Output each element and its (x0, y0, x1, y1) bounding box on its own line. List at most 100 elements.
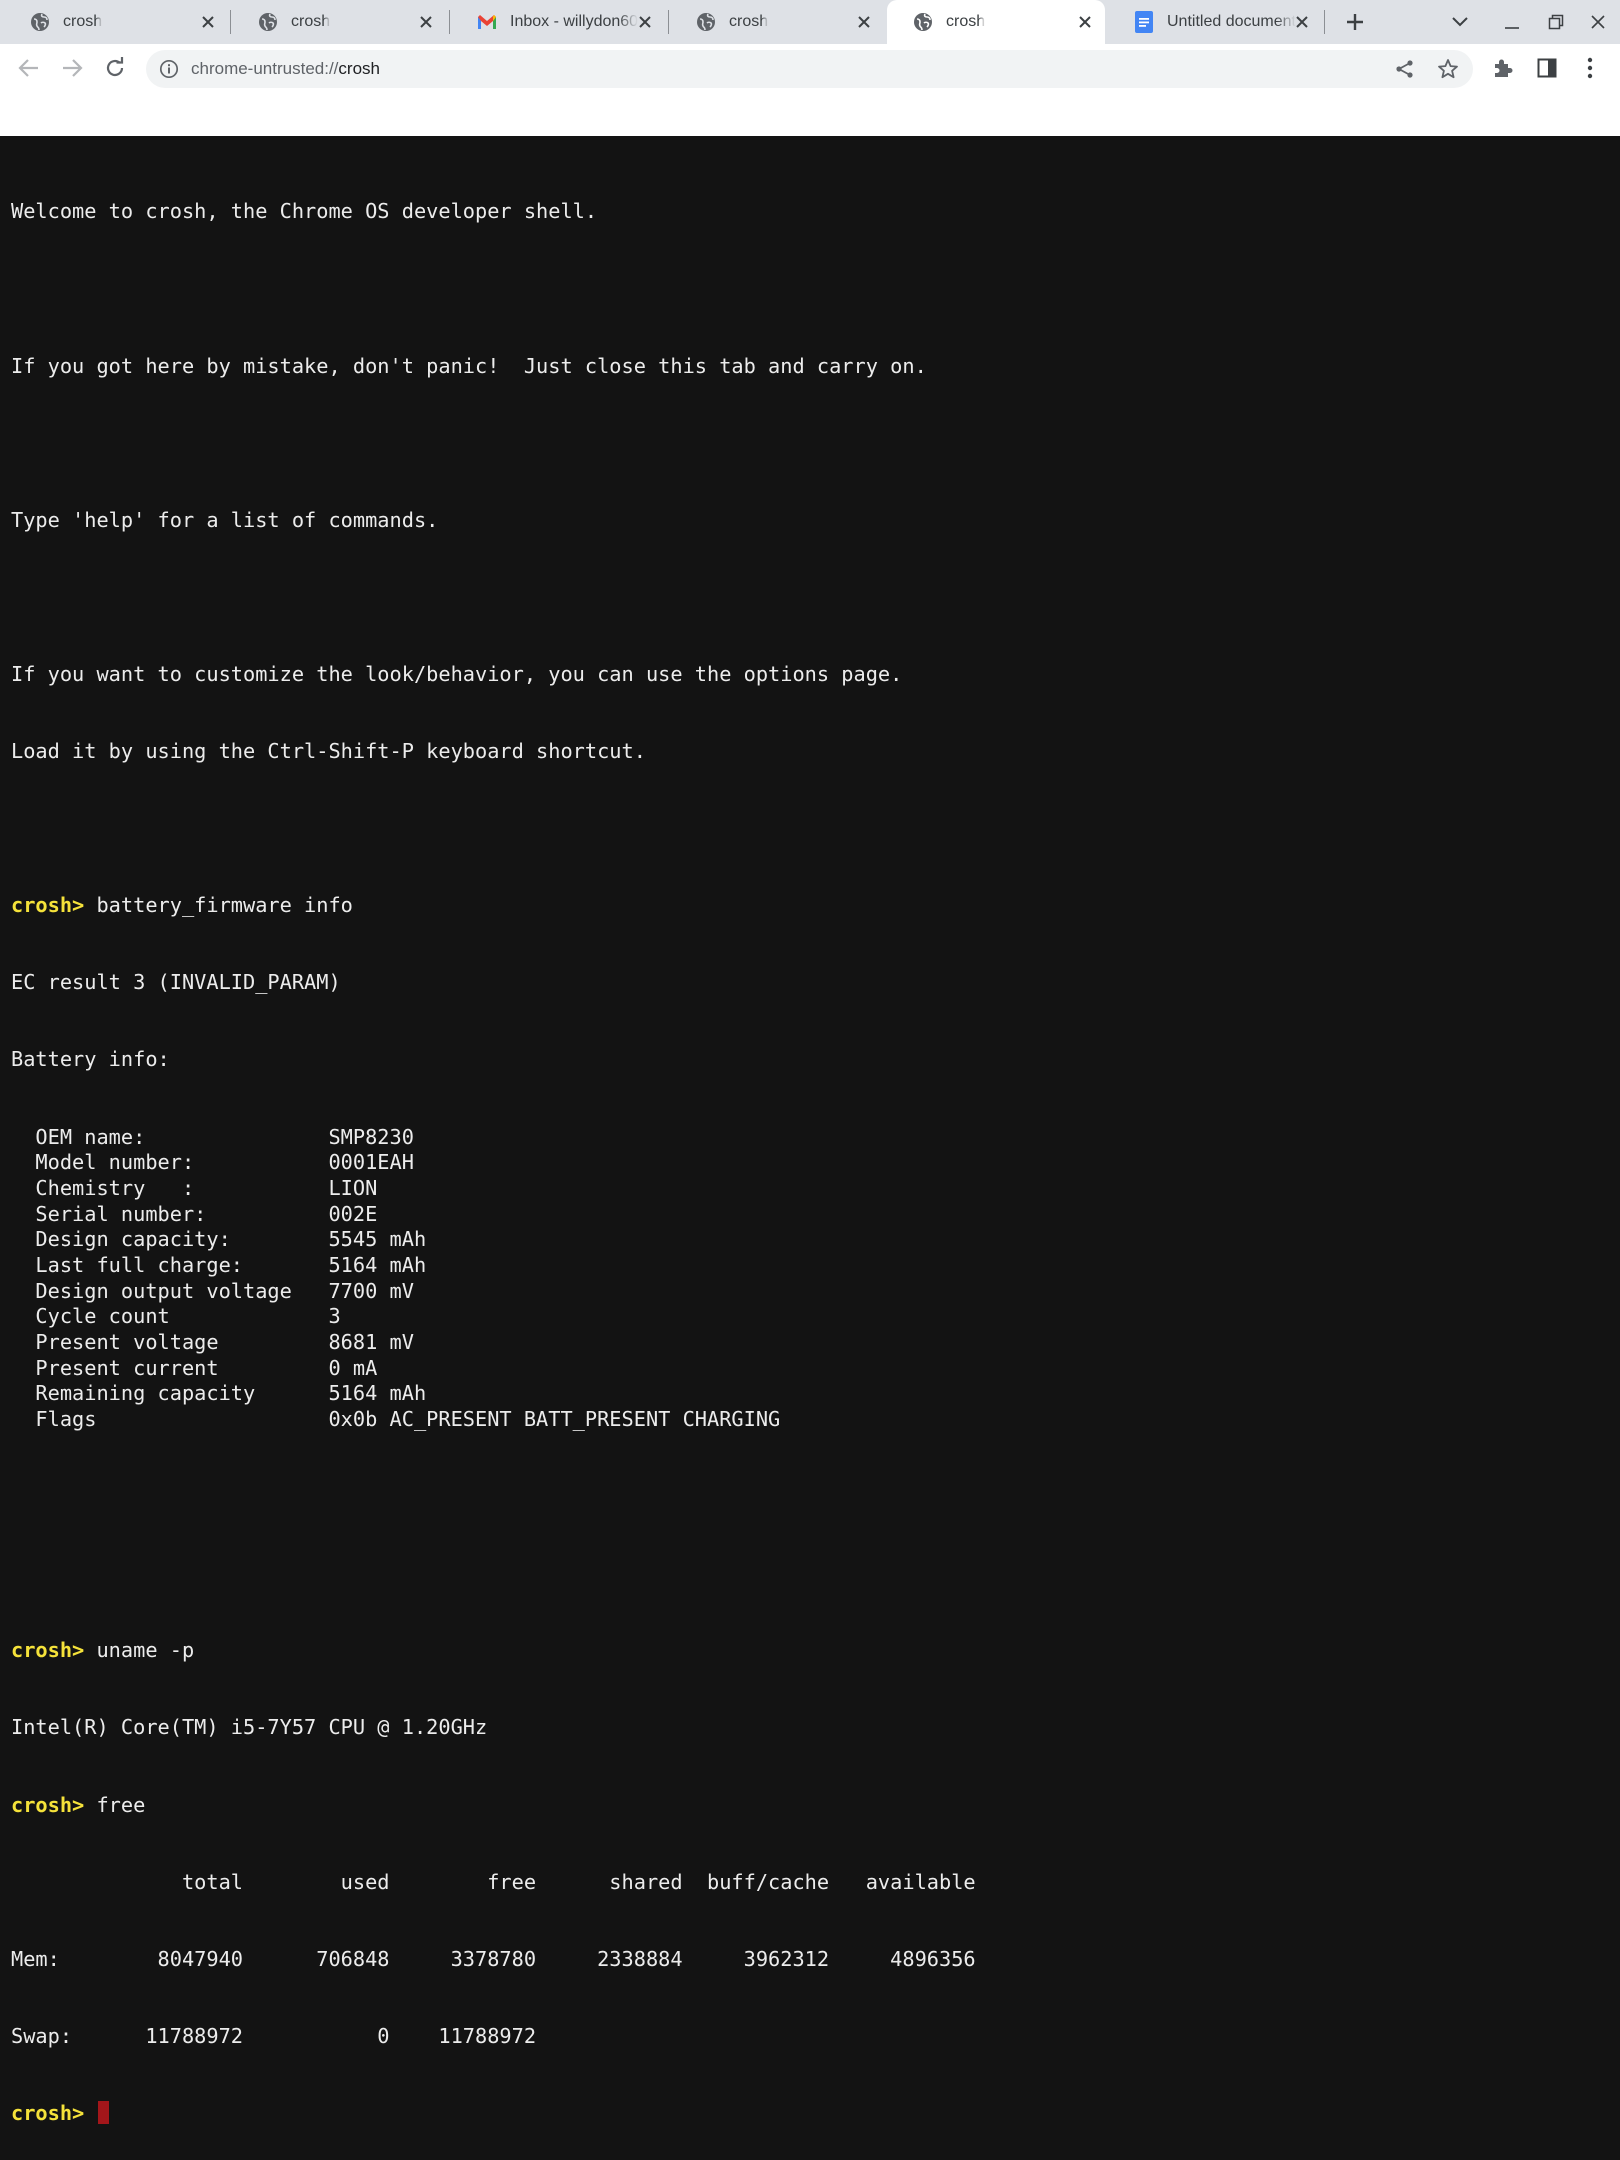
address-bar[interactable]: chrome-untrusted://crosh (146, 50, 1473, 88)
forward-arrow-icon[interactable] (59, 55, 85, 81)
command-line: crosh> uname -p (11, 1638, 976, 1664)
battery-info-row: Model number: 0001EAH (11, 1150, 976, 1176)
share-icon[interactable] (1394, 58, 1416, 80)
close-icon[interactable] (198, 12, 218, 32)
battery-info-label: Present voltage (11, 1330, 219, 1355)
command-text: battery_firmware info (84, 893, 353, 918)
battery-info-value: 5164 mAh (328, 1381, 427, 1406)
battery-info-label: OEM name: (11, 1124, 146, 1149)
url-text[interactable]: chrome-untrusted://crosh (191, 50, 380, 88)
terminal-line: Intel(R) Core(TM) i5-7Y57 CPU @ 1.20GHz (11, 1715, 488, 1740)
shell-prompt: crosh> (11, 1638, 85, 1663)
tab-crosh-3[interactable]: crosh (670, 0, 884, 44)
terminal-line: EC result 3 (INVALID_PARAM) (11, 970, 341, 995)
battery-info-row: OEM name: SMP8230 (11, 1125, 976, 1151)
tab-search-chevron-down-icon[interactable] (1449, 11, 1471, 33)
terminal-line: Welcome to crosh, the Chrome OS develope… (11, 199, 598, 224)
tab-untitled-document[interactable]: Untitled document (1108, 0, 1322, 44)
battery-info-label: Present current (11, 1355, 219, 1380)
battery-info-row: Flags 0x0b AC_PRESENT BATT_PRESENT CHARGI… (11, 1407, 976, 1433)
battery-info-row: Present current 0 mA (11, 1356, 976, 1382)
globe-icon (258, 12, 278, 32)
tab-separator (668, 10, 669, 34)
terminal-output: Welcome to crosh, the Chrome OS develope… (11, 148, 976, 2160)
new-tab-plus-icon[interactable] (1344, 11, 1366, 33)
globe-icon (913, 12, 933, 32)
battery-info-row: Serial number: 002E (11, 1202, 976, 1228)
battery-info-value: LION (328, 1175, 378, 1200)
bookmark-star-icon[interactable] (1437, 58, 1459, 80)
crosh-terminal[interactable]: Welcome to crosh, the Chrome OS develope… (0, 138, 1620, 2125)
url-scheme: chrome-untrusted:// (191, 59, 339, 78)
free-table-row: Mem: 8047940 706848 3378780 2338884 3962… (11, 1946, 976, 1971)
battery-info-label: Serial number: (11, 1201, 207, 1226)
battery-info-label: Design output voltage (11, 1278, 292, 1303)
close-icon[interactable] (1075, 12, 1095, 32)
command-line: crosh> free (11, 1793, 976, 1819)
reload-icon[interactable] (102, 55, 128, 81)
extensions-puzzle-icon[interactable] (1490, 55, 1516, 81)
side-panel-icon[interactable] (1534, 55, 1560, 81)
battery-info-label: Model number: (11, 1150, 195, 1175)
url-host: crosh (338, 59, 380, 78)
tab-title: crosh (63, 13, 103, 30)
back-arrow-icon[interactable] (16, 55, 42, 81)
shell-prompt: crosh> (11, 1792, 85, 1817)
battery-info-row: Design output voltage 7700 mV (11, 1279, 976, 1305)
battery-info-label: Remaining capacity (11, 1381, 256, 1406)
battery-info-row: Remaining capacity 5164 mAh (11, 1381, 976, 1407)
battery-info-label: Cycle count (11, 1304, 170, 1329)
tab-gmail-inbox[interactable]: Inbox - willydon60 (451, 0, 665, 44)
free-table-header: total used free shared buff/cache availa… (11, 1869, 976, 1894)
tab-separator (1324, 10, 1325, 34)
site-info-icon[interactable] (159, 59, 179, 79)
command-line: crosh> battery_firmware info (11, 893, 976, 919)
battery-info-row: Chemistry : LION (11, 1176, 976, 1202)
battery-info-row: Design capacity: 5545 mAh (11, 1227, 976, 1253)
docs-icon (1134, 11, 1154, 33)
close-icon[interactable] (416, 12, 436, 32)
battery-info-value: 002E (328, 1201, 378, 1226)
battery-info-label: Chemistry : (11, 1175, 195, 1200)
terminal-line: Battery info: (11, 1047, 170, 1072)
close-icon[interactable] (635, 12, 655, 32)
battery-info-value: 3 (328, 1304, 341, 1329)
globe-icon (696, 12, 716, 32)
battery-info-label: Last full charge: (11, 1252, 243, 1277)
terminal-line: If you want to customize the look/behavi… (11, 661, 903, 686)
tab-title: crosh (946, 13, 986, 30)
close-window-icon[interactable] (1587, 11, 1609, 33)
tab-crosh-active[interactable]: crosh (887, 0, 1105, 44)
battery-info-value: 0001EAH (328, 1150, 414, 1175)
minimize-icon[interactable] (1501, 11, 1523, 33)
command-text: uname -p (84, 1638, 195, 1663)
tab-title: crosh (729, 13, 769, 30)
input-line[interactable]: crosh> (11, 2100, 976, 2127)
tab-crosh-1[interactable]: crosh (4, 0, 228, 44)
tab-strip: crosh crosh Inbox - willydon60 crosh cro… (0, 0, 1620, 44)
battery-info-value: 5545 mAh (328, 1227, 427, 1252)
terminal-cursor (98, 2100, 110, 2124)
close-icon[interactable] (1292, 12, 1312, 32)
tab-crosh-2[interactable]: crosh (232, 0, 446, 44)
tab-title: Untitled document (1167, 13, 1296, 30)
tab-title: crosh (291, 13, 331, 30)
shell-prompt: crosh> (11, 2100, 85, 2125)
menu-kebab-icon[interactable] (1577, 55, 1603, 81)
shell-prompt: crosh> (11, 893, 85, 918)
close-icon[interactable] (854, 12, 874, 32)
terminal-line: Type 'help' for a list of commands. (11, 507, 439, 532)
terminal-line: Load it by using the Ctrl-Shift-P keyboa… (11, 739, 646, 764)
tab-separator (449, 10, 450, 34)
battery-info-row: Last full charge: 5164 mAh (11, 1253, 976, 1279)
restore-window-icon[interactable] (1545, 11, 1567, 33)
globe-icon (30, 12, 50, 32)
battery-info-label: Flags (11, 1407, 97, 1432)
battery-info-value: 8681 mV (328, 1330, 414, 1355)
battery-info-value: 0 mA (328, 1355, 378, 1380)
